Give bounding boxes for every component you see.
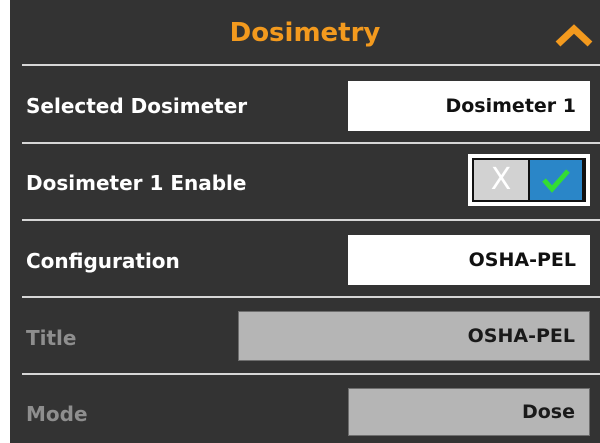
divider	[22, 373, 600, 375]
toggle-track: X	[472, 158, 586, 202]
toggle-on-segment[interactable]	[530, 160, 582, 200]
x-icon: X	[490, 162, 512, 197]
checkmark-icon	[542, 169, 570, 193]
dosimeter-enable-label: Dosimeter 1 Enable	[26, 171, 247, 195]
divider	[22, 64, 600, 66]
mode-label: Mode	[26, 402, 88, 426]
divider	[22, 142, 600, 144]
dosimetry-panel: Dosimetry Selected Dosimeter Dosimeter 1…	[10, 0, 600, 443]
title-field: OSHA-PEL	[238, 311, 590, 361]
toggle-off-segment[interactable]: X	[474, 160, 528, 200]
mode-field: Dose	[348, 388, 590, 436]
title-label: Title	[26, 326, 77, 350]
panel-title: Dosimetry	[229, 18, 381, 48]
panel-header[interactable]: Dosimetry	[10, 0, 600, 64]
selected-dosimeter-field[interactable]: Dosimeter 1	[348, 81, 590, 131]
chevron-up-icon[interactable]	[554, 22, 594, 48]
dosimeter-enable-toggle[interactable]: X	[468, 154, 590, 206]
divider	[22, 296, 600, 298]
configuration-label: Configuration	[26, 249, 180, 273]
divider	[22, 219, 600, 221]
configuration-field[interactable]: OSHA-PEL	[348, 235, 590, 285]
selected-dosimeter-label: Selected Dosimeter	[26, 94, 248, 118]
